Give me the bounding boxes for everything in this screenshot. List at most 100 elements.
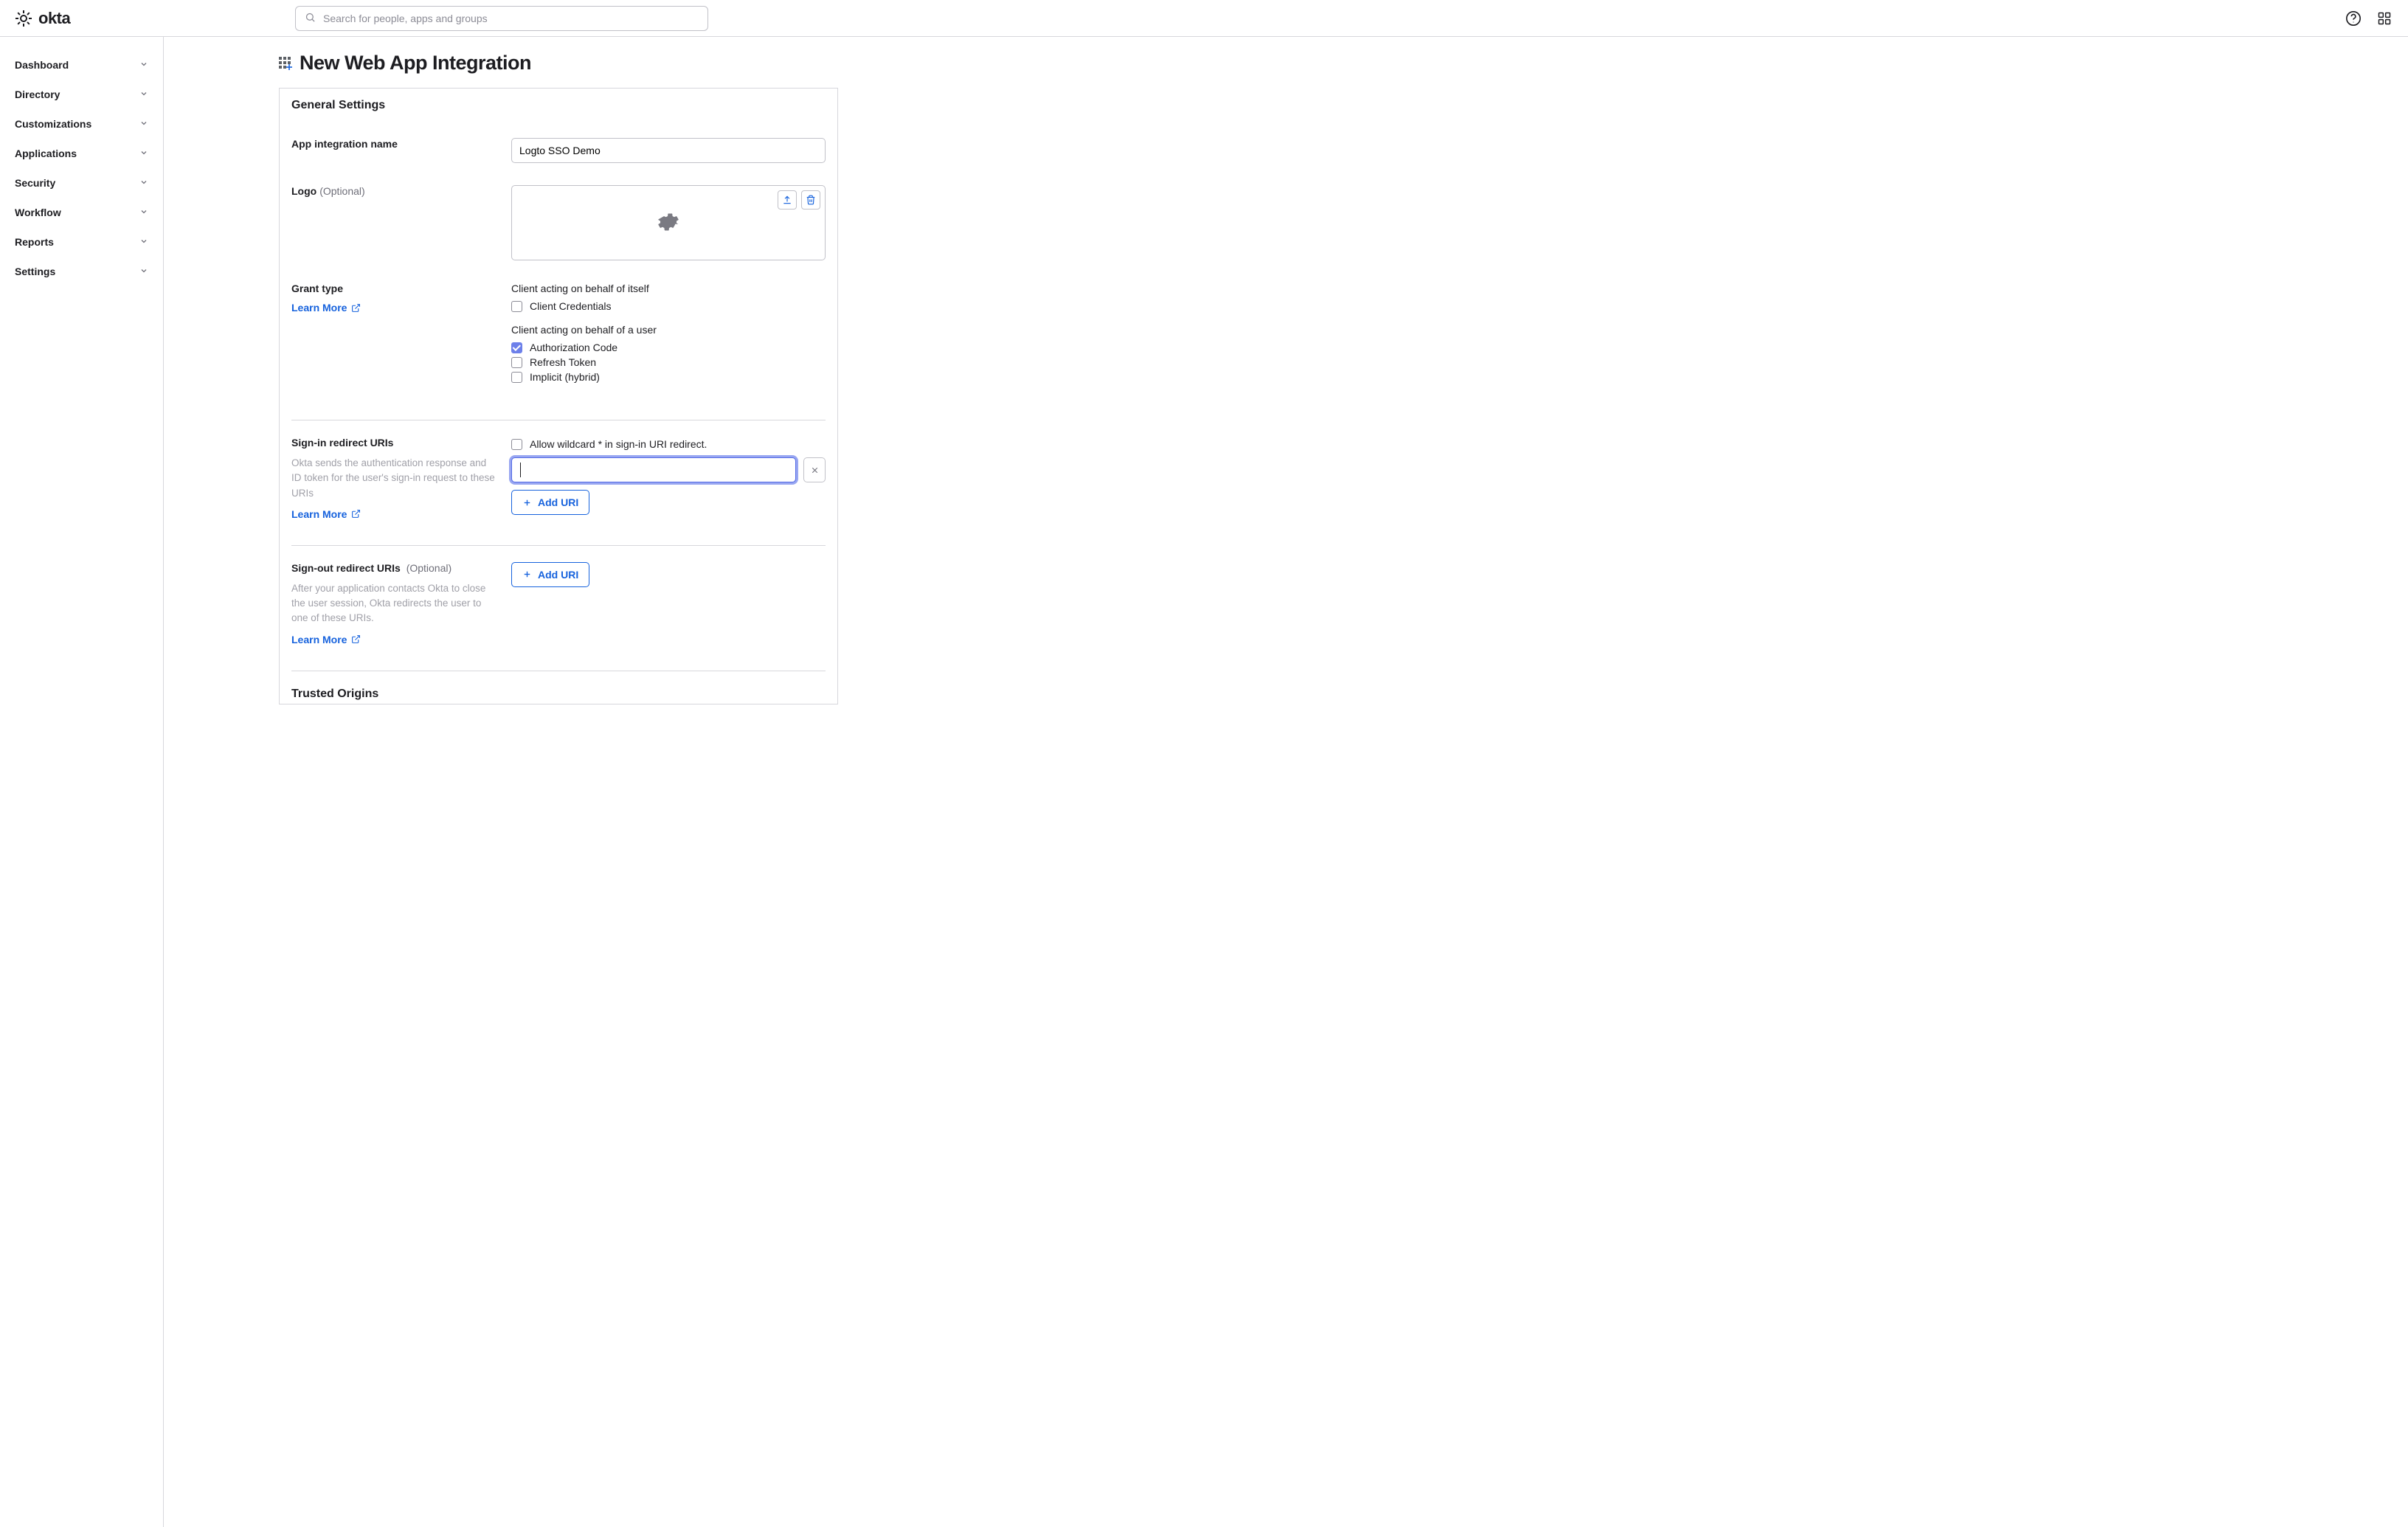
external-link-icon: [351, 509, 361, 519]
page-title: New Web App Integration: [300, 52, 531, 75]
chevron-down-icon: [139, 89, 148, 100]
logo-optional: (Optional): [319, 185, 364, 197]
sidebar-item-dashboard[interactable]: Dashboard: [0, 50, 163, 80]
sidebar-item-label: Applications: [15, 148, 77, 159]
signout-learn-more-link[interactable]: Learn More: [291, 634, 361, 645]
learn-more-text: Learn More: [291, 508, 347, 520]
upload-logo-button[interactable]: [778, 190, 797, 210]
signout-optional: (Optional): [406, 562, 452, 574]
field-app-name: App integration name: [291, 129, 826, 176]
add-uri-label: Add URI: [538, 496, 578, 508]
checkbox-implicit-hybrid[interactable]: Implicit (hybrid): [511, 370, 826, 384]
external-link-icon: [351, 303, 361, 313]
sidebar-item-label: Directory: [15, 89, 60, 100]
sidebar-item-customizations[interactable]: Customizations: [0, 109, 163, 139]
learn-more-text: Learn More: [291, 634, 347, 645]
plus-icon: [522, 569, 532, 579]
chevron-down-icon: [139, 59, 148, 71]
app-integration-icon: [279, 57, 292, 70]
okta-logo-icon: [15, 10, 32, 27]
apps-grid-icon[interactable]: [2376, 10, 2393, 27]
learn-more-text: Learn More: [291, 302, 347, 314]
chevron-down-icon: [139, 207, 148, 218]
checkbox-icon: [511, 342, 522, 353]
app-name-label: App integration name: [291, 138, 398, 150]
text-cursor: [520, 463, 521, 477]
page: Dashboard Directory Customizations Appli…: [0, 37, 2408, 1527]
checkbox-icon: [511, 301, 522, 312]
checkbox-icon: [511, 439, 522, 450]
sidebar-item-label: Settings: [15, 266, 55, 277]
add-uri-label: Add URI: [538, 569, 578, 581]
grant-type-learn-more-link[interactable]: Learn More: [291, 302, 361, 314]
sidebar-item-directory[interactable]: Directory: [0, 80, 163, 109]
card-header: General Settings: [280, 89, 837, 122]
checkbox-label: Authorization Code: [530, 342, 617, 353]
topbar: okta: [0, 0, 2408, 37]
logo-text: okta: [38, 9, 70, 28]
checkbox-label: Implicit (hybrid): [530, 371, 600, 383]
field-signin-redirect: Sign-in redirect URIs Okta sends the aut…: [291, 420, 826, 533]
sidebar-item-workflow[interactable]: Workflow: [0, 198, 163, 227]
checkbox-allow-wildcard[interactable]: Allow wildcard * in sign-in URI redirect…: [511, 437, 826, 451]
plus-icon: [522, 498, 532, 508]
app-name-input[interactable]: [511, 138, 826, 163]
signout-redirect-help: After your application contacts Okta to …: [291, 581, 497, 626]
trusted-origins-label: Trusted Origins: [291, 688, 378, 700]
chevron-down-icon: [139, 266, 148, 277]
search-input[interactable]: [323, 13, 699, 24]
close-icon: [810, 465, 820, 475]
signin-redirect-label: Sign-in redirect URIs: [291, 437, 393, 449]
sidebar-item-label: Workflow: [15, 207, 61, 218]
field-trusted-origins: Trusted Origins: [291, 671, 826, 704]
checkbox-refresh-token[interactable]: Refresh Token: [511, 355, 826, 370]
signin-uri-input[interactable]: [511, 457, 796, 482]
sidebar-item-reports[interactable]: Reports: [0, 227, 163, 257]
sidebar-item-label: Customizations: [15, 118, 91, 130]
sidebar-item-applications[interactable]: Applications: [0, 139, 163, 168]
delete-logo-button[interactable]: [801, 190, 820, 210]
logo-label: Logo: [291, 185, 316, 197]
signout-redirect-label: Sign-out redirect URIs: [291, 562, 401, 574]
checkbox-client-credentials[interactable]: Client Credentials: [511, 299, 826, 314]
grant-group1-title: Client acting on behalf of itself: [511, 283, 826, 294]
sidebar-item-label: Security: [15, 177, 55, 189]
checkbox-label: Allow wildcard * in sign-in URI redirect…: [530, 438, 707, 450]
gear-icon: [656, 210, 681, 237]
checkbox-icon: [511, 357, 522, 368]
remove-uri-button[interactable]: [803, 457, 826, 482]
search-box[interactable]: [295, 6, 708, 31]
main: New Web App Integration General Settings…: [164, 37, 2408, 1527]
chevron-down-icon: [139, 236, 148, 248]
add-signin-uri-button[interactable]: Add URI: [511, 490, 589, 515]
field-grant-type: Grant type Learn More: [291, 274, 826, 408]
general-settings-card: General Settings App integration name: [279, 88, 838, 704]
help-icon[interactable]: [2345, 10, 2362, 27]
external-link-icon: [351, 634, 361, 644]
search-wrap: [295, 6, 708, 31]
field-logo: Logo(Optional): [291, 176, 826, 274]
chevron-down-icon: [139, 177, 148, 189]
sidebar-item-security[interactable]: Security: [0, 168, 163, 198]
signin-learn-more-link[interactable]: Learn More: [291, 508, 361, 520]
logo-upload-box[interactable]: [511, 185, 826, 260]
checkbox-icon: [511, 372, 522, 383]
chevron-down-icon: [139, 148, 148, 159]
sidebar: Dashboard Directory Customizations Appli…: [0, 37, 164, 1527]
add-signout-uri-button[interactable]: Add URI: [511, 562, 589, 587]
sidebar-item-label: Reports: [15, 236, 54, 248]
topbar-actions: [2345, 10, 2393, 27]
field-signout-redirect: Sign-out redirect URIs (Optional) After …: [291, 546, 826, 659]
logo[interactable]: okta: [15, 9, 162, 28]
chevron-down-icon: [139, 118, 148, 130]
search-icon: [305, 12, 316, 25]
page-title-row: New Web App Integration: [279, 52, 838, 75]
sidebar-item-settings[interactable]: Settings: [0, 257, 163, 286]
grant-group2-title: Client acting on behalf of a user: [511, 324, 826, 336]
checkbox-label: Refresh Token: [530, 356, 596, 368]
checkbox-authorization-code[interactable]: Authorization Code: [511, 340, 826, 355]
grant-type-label: Grant type: [291, 283, 343, 294]
sidebar-item-label: Dashboard: [15, 59, 69, 71]
checkbox-label: Client Credentials: [530, 300, 612, 312]
signin-redirect-help: Okta sends the authentication response a…: [291, 456, 497, 501]
